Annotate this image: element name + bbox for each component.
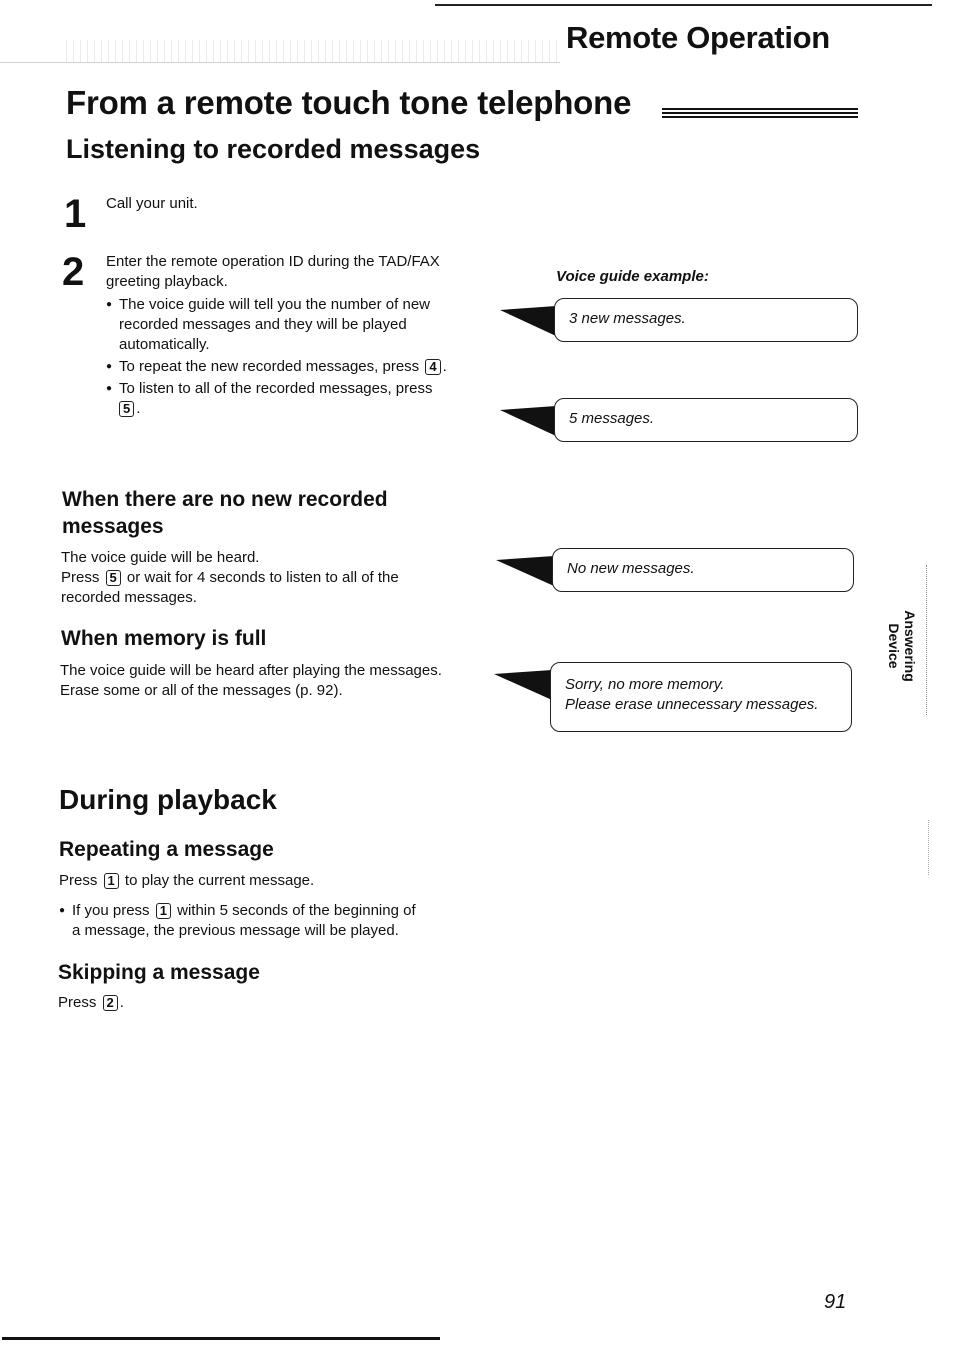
voice-bubble: 3 new messages. [500,296,860,346]
body-line: Erase some or all of the messages (p. 92… [60,682,343,699]
speech-tail-icon [500,406,556,436]
body-text: to play the current message. [124,872,315,889]
side-tab-border [928,820,929,875]
title-rule [662,108,858,120]
side-tab-line-1: Answering [902,610,918,682]
voice-text: 5 messages. [569,410,655,427]
speech-tail-icon [500,306,556,336]
skipping-body: Press 2. [58,993,124,1013]
step-number-1: 1 [64,192,87,236]
title-line: When there are no new recorded [62,488,388,511]
body-text: Press [61,569,100,586]
side-tab: Answering Device [880,600,924,692]
speech-tail-icon [494,670,552,700]
side-tab-border [926,565,927,715]
punctuation: . [442,358,447,375]
section-header: Remote Operation [566,20,830,55]
memory-full-body: The voice guide will be heard after play… [60,661,490,701]
skipping-title: Skipping a message [58,961,260,984]
key-2: 2 [102,995,118,1011]
key-5: 5 [119,401,135,417]
title-line: messages [62,515,164,538]
voice-bubble: 5 messages. [500,396,860,446]
no-new-messages-title: When there are no new recorded messages [62,486,388,540]
punctuation: . [119,994,124,1011]
memory-full-title: When memory is full [61,627,267,650]
bullet-text: To listen to all of the recorded message… [119,380,433,397]
bullet-line: recorded messages and they will be playe… [119,316,407,333]
voice-text-line-2: Please erase unnecessary messages. [565,696,819,713]
key-4: 4 [425,359,441,375]
body-text: Press [58,994,97,1011]
bullet-line: automatically. [119,336,210,353]
step-2-line-2: greeting playback. [106,273,228,290]
bottom-rule [2,1337,440,1340]
body-text: If you press [72,902,150,919]
repeating-body: Press 1 to play the current message. If … [59,871,479,941]
listening-title: Listening to recorded messages [66,134,481,164]
page-title: From a remote touch tone telephone [66,84,632,121]
header-decoration [60,40,560,62]
step-2-text: Enter the remote operation ID during the… [106,252,486,292]
bullet-previous-message: If you press 1 within 5 seconds of the b… [59,901,479,941]
key-5: 5 [105,570,121,586]
body-text: within 5 seconds of the beginning of [177,902,416,919]
bullet-text: To repeat the new recorded messages, pre… [119,358,420,375]
step-2-line-1: Enter the remote operation ID during the… [106,253,440,270]
bullet-new-messages: The voice guide will tell you the number… [106,295,486,355]
voice-bubble: No new messages. [496,546,856,596]
punctuation: . [136,400,141,417]
bullet-repeat: To repeat the new recorded messages, pre… [106,357,486,377]
bullet-line: The voice guide will tell you the number… [119,296,431,313]
top-rule [435,4,932,6]
key-1: 1 [103,873,119,889]
repeating-title: Repeating a message [59,838,274,861]
voice-bubble: Sorry, no more memory. Please erase unne… [494,660,854,734]
bullet-listen-all: To listen to all of the recorded message… [106,379,486,419]
body-line: The voice guide will be heard. [61,549,260,566]
key-1: 1 [155,903,171,919]
no-new-messages-body: The voice guide will be heard. Press 5 o… [61,548,481,608]
voice-guide-label: Voice guide example: [556,268,709,285]
voice-text: 3 new messages. [569,310,686,327]
body-text: Press [59,872,98,889]
side-tab-line-2: Device [886,623,902,669]
page-number: 91 [824,1291,847,1313]
during-playback-title: During playback [59,784,277,815]
body-line: a message, the previous message will be … [72,922,399,939]
voice-text-line-1: Sorry, no more memory. [565,676,725,693]
speech-tail-icon [496,556,554,586]
voice-text: No new messages. [567,560,695,577]
step-number-2: 2 [62,250,85,294]
header-underline [0,62,560,63]
body-line: recorded messages. [61,589,197,606]
step-2-bullets: The voice guide will tell you the number… [106,295,486,419]
step-1-text: Call your unit. [106,195,198,212]
body-line: The voice guide will be heard after play… [60,662,442,679]
body-text: or wait for 4 seconds to listen to all o… [126,569,399,586]
